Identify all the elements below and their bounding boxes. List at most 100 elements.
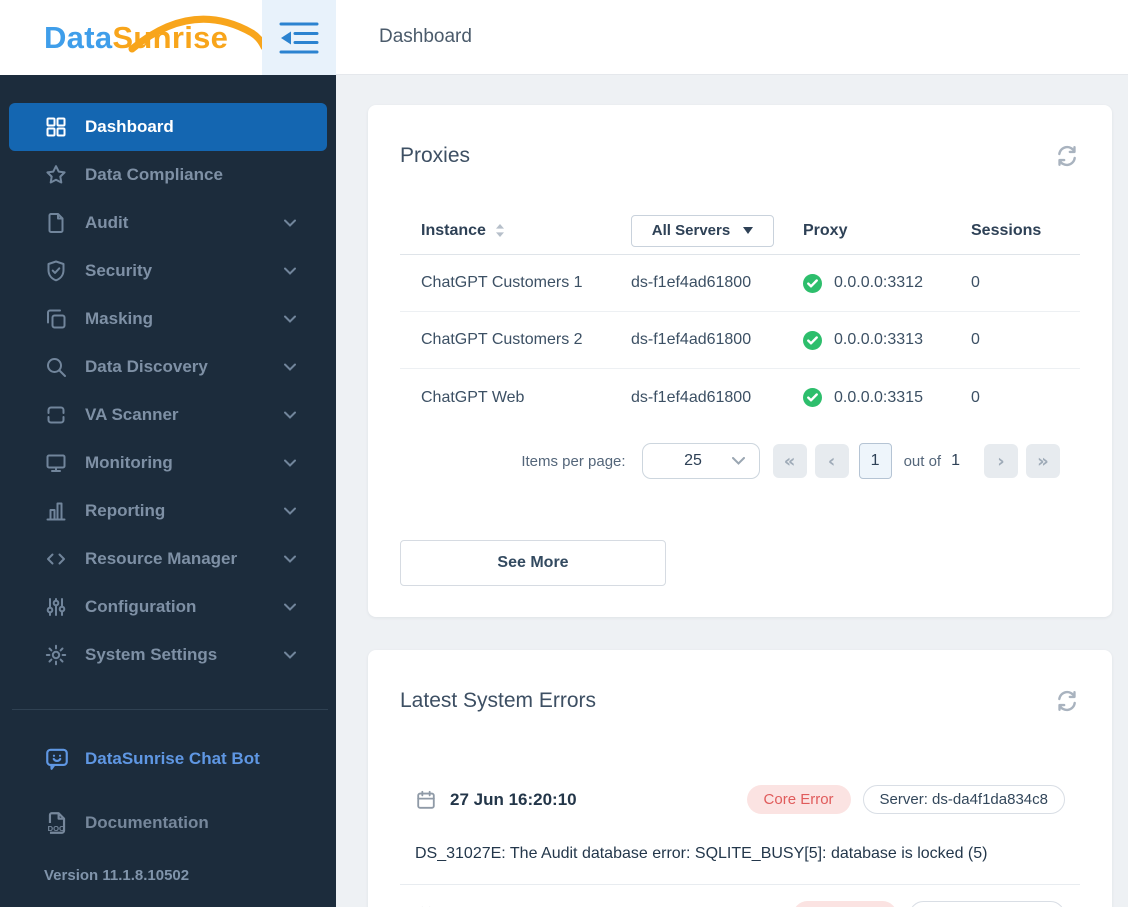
first-page-button[interactable]: «: [772, 444, 807, 478]
sidebar-item-label: Monitoring: [85, 453, 173, 472]
error-type-badge: Core Error: [792, 901, 897, 907]
table-row[interactable]: ChatGPT Web ds-f1ef4ad61800 0.0.0.0:3315…: [400, 369, 1080, 426]
chevron-down-icon: [284, 315, 296, 323]
sidebar-item-audit[interactable]: Audit: [0, 199, 336, 247]
server-badge[interactable]: [909, 901, 1065, 907]
sessions-count: 0: [971, 274, 980, 291]
gear-icon: [44, 643, 68, 667]
document-icon: [44, 211, 68, 235]
star-icon: [44, 163, 68, 187]
sidebar-item-masking[interactable]: Masking: [0, 295, 336, 343]
status-ok-icon: [803, 330, 822, 350]
sidebar-item-label: Reporting: [85, 501, 166, 520]
code-icon: [44, 547, 68, 571]
search-icon: [44, 355, 68, 379]
server-id: ds-f1ef4ad61800: [631, 331, 752, 348]
proxies-card-title: Proxies: [400, 144, 471, 167]
sidebar-item-label: Resource Manager: [85, 549, 238, 568]
sidebar-collapse-button[interactable]: [262, 0, 336, 75]
top-header: Dashboard: [336, 0, 1128, 75]
table-row[interactable]: ChatGPT Customers 1 ds-f1ef4ad61800 0.0.…: [400, 255, 1080, 312]
page-input[interactable]: 1: [858, 443, 892, 479]
doc-file-icon: DOC: [44, 810, 70, 836]
sliders-icon: [44, 595, 68, 619]
logo-text-sunrise: Sunrise: [112, 19, 229, 55]
sidebar-item-label: Security: [85, 261, 153, 280]
caret-down-icon: [743, 227, 754, 234]
proxy-address: 0.0.0.0:3315: [834, 388, 923, 406]
instance-name: ChatGPT Web: [421, 388, 525, 406]
version-label: Version 11.1.8.10502: [44, 867, 190, 884]
copy-icon: [44, 307, 68, 331]
chevron-down-icon: [731, 457, 745, 465]
sidebar-item-label: Data Compliance: [85, 165, 223, 184]
sidebar-item-label: Audit: [85, 213, 129, 232]
chevron-down-icon: [284, 651, 296, 659]
proxies-table: Instance All Servers Proxy Sessions Chat…: [400, 207, 1080, 426]
column-header-sessions: Sessions: [971, 221, 1042, 239]
sidebar-item-system-settings[interactable]: System Settings: [0, 631, 336, 679]
sidebar-item-data-discovery[interactable]: Data Discovery: [0, 343, 336, 391]
refresh-icon[interactable]: [1054, 688, 1080, 714]
see-more-button[interactable]: See More: [400, 540, 666, 586]
next-page-button[interactable]: ›: [984, 444, 1018, 478]
system-errors-card: Latest System Errors 27 Jun 16:20:10 Cor…: [368, 650, 1112, 907]
items-per-page-select[interactable]: 25: [641, 443, 760, 479]
chevron-down-icon: [284, 603, 296, 611]
monitor-icon: [44, 451, 68, 475]
column-header-instance: Instance: [421, 221, 486, 239]
error-timestamp: 27 Jun 16:20:10: [450, 789, 577, 809]
entry-divider: [400, 884, 1080, 885]
chat-bot-icon: [44, 746, 70, 772]
table-row[interactable]: ChatGPT Customers 2 ds-f1ef4ad61800 0.0.…: [400, 312, 1080, 369]
chevron-down-icon: [284, 219, 296, 227]
sidebar-item-documentation[interactable]: DOC Documentation: [0, 799, 336, 847]
server-badge[interactable]: Server: ds-da4f1da834c8: [862, 785, 1065, 814]
datasunrise-logo[interactable]: DataSunrise: [44, 15, 268, 56]
chevron-down-icon: [284, 555, 296, 563]
calendar-icon: [415, 789, 437, 811]
sidebar-item-label: System Settings: [85, 645, 218, 664]
server-filter-dropdown[interactable]: All Servers: [631, 214, 774, 247]
sidebar-item-label: Data Discovery: [85, 357, 208, 376]
bar-chart-icon: [44, 499, 68, 523]
server-filter-value: All Servers: [651, 222, 731, 239]
sidebar-item-security[interactable]: Security: [0, 247, 336, 295]
collapse-sidebar-icon: [279, 22, 319, 53]
logo-text-data: Data: [44, 19, 113, 55]
refresh-icon[interactable]: [1054, 143, 1080, 169]
grid-icon: [44, 115, 68, 139]
sidebar-item-monitoring[interactable]: Monitoring: [0, 439, 336, 487]
prev-page-button[interactable]: ‹: [814, 444, 849, 478]
svg-text:DOC: DOC: [48, 824, 65, 833]
last-page-button[interactable]: »: [1026, 444, 1060, 478]
server-id: ds-f1ef4ad61800: [631, 274, 752, 291]
sidebar-menu: Dashboard Data Compliance Audit Security: [0, 75, 336, 679]
column-header-proxy: Proxy: [803, 221, 848, 239]
table-header-row: Instance All Servers Proxy Sessions: [400, 207, 1080, 255]
items-per-page-value: 25: [684, 452, 702, 469]
status-ok-icon: [803, 273, 822, 293]
page-title: Dashboard: [379, 26, 472, 47]
sidebar-item-label: Dashboard: [85, 117, 174, 136]
sidebar-item-dashboard[interactable]: Dashboard: [9, 103, 327, 151]
sidebar-item-chat-bot[interactable]: DataSunrise Chat Bot: [0, 735, 336, 783]
errors-list: 27 Jun 16:20:10 Core Error Server: ds-da…: [368, 785, 1112, 907]
proxy-address: 0.0.0.0:3313: [834, 331, 923, 348]
sort-icon[interactable]: [495, 223, 505, 238]
pagination: Items per page: 25 « ‹ 1 out of 1 › »: [368, 443, 1060, 479]
sessions-count: 0: [971, 388, 980, 406]
shield-check-icon: [44, 259, 68, 283]
chat-bot-label: DataSunrise Chat Bot: [85, 749, 260, 768]
items-per-page-label: Items per page:: [521, 452, 626, 470]
sidebar-item-reporting[interactable]: Reporting: [0, 487, 336, 535]
sidebar-item-va-scanner[interactable]: VA Scanner: [0, 391, 336, 439]
sidebar-item-resource-manager[interactable]: Resource Manager: [0, 535, 336, 583]
error-type-badge: Core Error: [746, 785, 851, 814]
sidebar-item-label: Masking: [85, 309, 154, 328]
documentation-label: Documentation: [85, 813, 209, 832]
chevron-down-icon: [284, 411, 296, 419]
sidebar-item-configuration[interactable]: Configuration: [0, 583, 336, 631]
chevron-down-icon: [284, 459, 296, 467]
sidebar-item-data-compliance[interactable]: Data Compliance: [0, 151, 336, 199]
